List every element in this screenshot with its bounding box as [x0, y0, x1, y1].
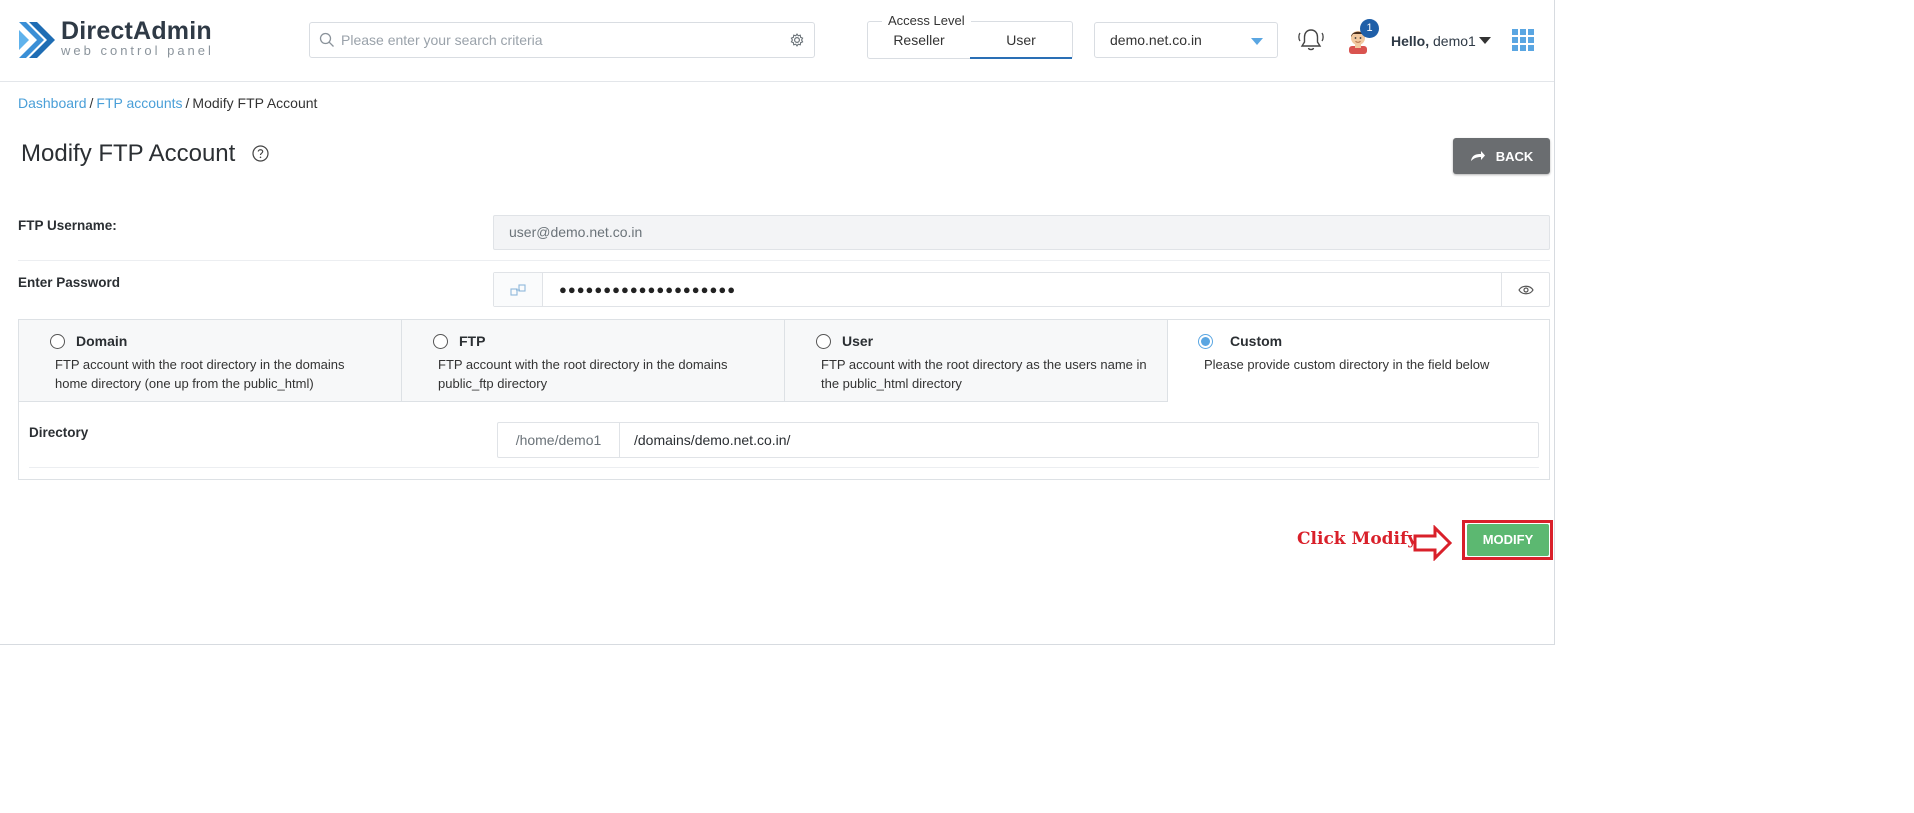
option-custom-title: Custom [1230, 333, 1283, 349]
option-user-desc: FTP account with the root directory as t… [821, 357, 1147, 391]
option-user-title: User [842, 333, 874, 349]
option-domain[interactable]: Domain FTP account with the root directo… [19, 320, 402, 402]
directory-label: Directory [29, 425, 89, 440]
search-settings-gear-icon[interactable] [789, 32, 805, 48]
help-question-icon[interactable] [252, 145, 269, 162]
breadcrumb-dashboard-link[interactable]: Dashboard [18, 95, 87, 111]
generate-password-button[interactable] [494, 273, 543, 306]
dropdown-caret-icon [1251, 38, 1263, 45]
apps-grid-icon[interactable] [1512, 29, 1534, 51]
page-title: Modify FTP Account [21, 140, 236, 167]
ftp-username-label: FTP Username: [18, 218, 117, 233]
password-input[interactable]: ●●●●●●●●●●●●●●●●●●●● [543, 273, 1501, 306]
radio-ftp[interactable] [433, 334, 448, 349]
access-level-legend: Access Level [882, 13, 971, 28]
directory-input[interactable]: /domains/demo.net.co.in/ [620, 423, 1538, 457]
domain-selected-value: demo.net.co.in [1110, 32, 1202, 48]
eye-icon [1517, 285, 1534, 294]
row-divider [18, 260, 1550, 261]
show-password-button[interactable] [1501, 273, 1549, 306]
radio-user[interactable] [816, 334, 831, 349]
greeting-prefix: Hello, [1391, 33, 1430, 49]
breadcrumb: Dashboard / FTP accounts / Modify FTP Accoun… [18, 95, 317, 111]
user-greeting[interactable]: Hello, demo1 [1391, 33, 1476, 49]
notification-bell-icon[interactable] [1297, 27, 1325, 53]
greeting-username: demo1 [1433, 33, 1476, 49]
logo-subtitle: web control panel [61, 43, 214, 58]
modify-button[interactable]: MODIFY [1467, 524, 1549, 556]
option-domain-desc: FTP account with the root directory in t… [55, 357, 345, 391]
top-header: DirectAdmin web control panel Access Lev… [0, 0, 1554, 82]
notification-count-badge: 1 [1360, 19, 1379, 38]
back-button[interactable]: BACK [1453, 138, 1550, 174]
breadcrumb-current: Modify FTP Account [192, 95, 318, 111]
back-button-label: BACK [1495, 148, 1534, 164]
radio-domain[interactable] [50, 334, 65, 349]
option-domain-title: Domain [76, 333, 128, 349]
logo-title: DirectAdmin [61, 17, 212, 45]
annotation-arrow-icon [1413, 525, 1453, 561]
ftp-username-field: user@demo.net.co.in [493, 215, 1550, 250]
logo[interactable]: DirectAdmin web control panel [17, 18, 214, 62]
radio-custom[interactable] [1198, 334, 1213, 349]
search-icon [319, 32, 334, 47]
option-user[interactable]: User FTP account with the root directory… [785, 320, 1168, 402]
directory-prefix: /home/demo1 [498, 423, 620, 457]
generate-password-icon [510, 283, 526, 296]
user-menu-caret-icon[interactable] [1479, 37, 1491, 44]
breadcrumb-separator: / [89, 95, 94, 111]
breadcrumb-ftp-accounts-link[interactable]: FTP accounts [96, 95, 182, 111]
access-tab-user[interactable]: User [970, 32, 1072, 59]
directory-input-group: /home/demo1 /domains/demo.net.co.in/ [497, 422, 1539, 458]
password-input-group: ●●●●●●●●●●●●●●●●●●●● [493, 272, 1550, 307]
search-input[interactable] [341, 32, 789, 48]
option-ftp-title: FTP [459, 333, 486, 349]
option-ftp[interactable]: FTP FTP account with the root directory … [402, 320, 785, 402]
access-level-switcher: Access Level Reseller User [867, 13, 1073, 59]
breadcrumb-separator: / [185, 95, 190, 111]
row-divider [29, 467, 1539, 468]
back-arrow-icon [1470, 151, 1485, 161]
option-custom[interactable]: Custom Please provide custom directory i… [1168, 320, 1549, 402]
password-label: Enter Password [18, 275, 121, 290]
directadmin-logo-icon [19, 22, 55, 58]
access-tab-reseller[interactable]: Reseller [868, 32, 970, 58]
option-ftp-desc: FTP account with the root directory in t… [438, 357, 728, 391]
domain-selector[interactable]: demo.net.co.in [1094, 22, 1278, 58]
option-custom-desc: Please provide custom directory in the f… [1204, 357, 1490, 372]
click-modify-annotation: Click Modify [1297, 529, 1418, 549]
search-box[interactable] [309, 22, 815, 58]
